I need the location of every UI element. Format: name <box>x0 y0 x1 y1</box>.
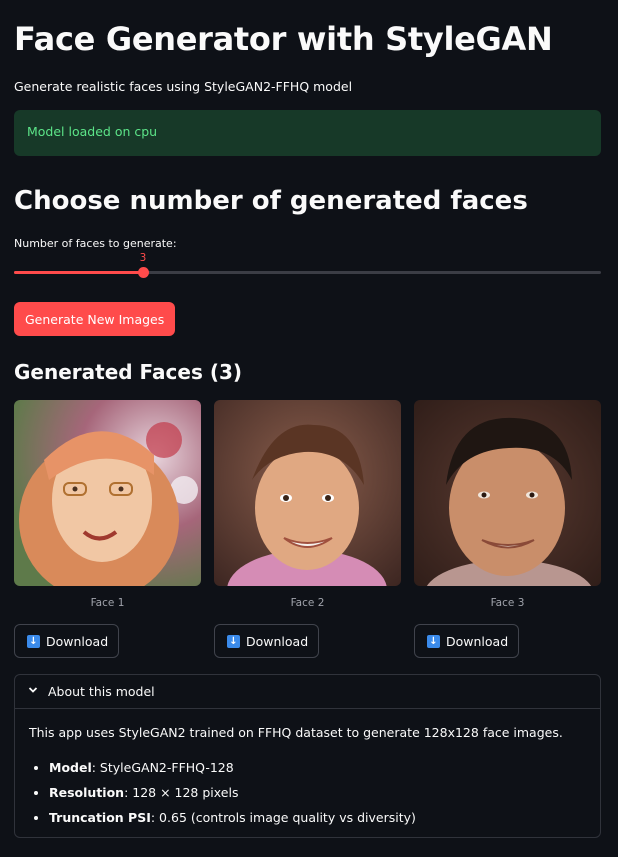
face-card-3: Face 3 ↓ Download <box>414 400 601 658</box>
slider-fill <box>14 271 143 274</box>
face-caption-2: Face 2 <box>290 597 325 609</box>
expander-body: This app uses StyleGAN2 trained on FFHQ … <box>15 709 600 851</box>
list-item: Model: StyleGAN2-FFHQ-128 <box>49 760 586 775</box>
download-label: Download <box>246 633 309 649</box>
download-label: Download <box>446 633 509 649</box>
face-image-3 <box>414 400 601 586</box>
page-title: Face Generator with StyleGAN <box>14 20 553 58</box>
chevron-down-icon <box>28 685 38 698</box>
download-arrow-icon: ↓ <box>427 634 440 648</box>
item-value: : 128 × 128 pixels <box>124 785 239 800</box>
about-description: This app uses StyleGAN2 trained on FFHQ … <box>29 725 563 740</box>
item-label: Model <box>49 760 92 775</box>
face-card-1: Face 1 ↓ Download <box>14 400 201 658</box>
list-item: Truncation PSI: 0.65 (controls image qua… <box>49 810 586 825</box>
download-arrow-icon: ↓ <box>227 634 240 648</box>
face-caption-1: Face 1 <box>90 597 125 609</box>
expander-header[interactable]: About this model <box>15 675 600 709</box>
face-image-2 <box>214 400 401 586</box>
status-message: Model loaded on cpu <box>27 124 158 139</box>
face-card-2: Face 2 ↓ Download <box>214 400 401 658</box>
faces-count-slider[interactable]: 3 <box>14 252 601 282</box>
item-label: Truncation PSI <box>49 810 151 825</box>
item-label: Resolution <box>49 785 125 800</box>
list-item: Resolution: 128 × 128 pixels <box>49 785 586 800</box>
results-title: Generated Faces (3) <box>14 360 243 384</box>
generate-button[interactable]: Generate New Images <box>14 302 176 336</box>
about-expander: About this model This app uses StyleGAN2… <box>14 674 601 838</box>
item-value: : StyleGAN2-FFHQ-128 <box>91 760 234 775</box>
slider-value: 3 <box>139 252 147 264</box>
slider-label: Number of faces to generate: <box>14 237 177 250</box>
download-label: Download <box>46 633 109 649</box>
face-caption-3: Face 3 <box>490 597 525 609</box>
page-subtitle: Generate realistic faces using StyleGAN2… <box>14 79 353 94</box>
about-list: Model: StyleGAN2-FFHQ-128 Resolution: 12… <box>29 760 586 825</box>
status-alert: Model loaded on cpu <box>14 110 601 156</box>
slider-thumb[interactable] <box>138 267 149 278</box>
download-arrow-icon: ↓ <box>27 634 40 648</box>
download-button-1[interactable]: ↓ Download <box>14 624 120 658</box>
download-button-3[interactable]: ↓ Download <box>414 624 520 658</box>
expander-title: About this model <box>48 684 155 699</box>
section-title: Choose number of generated faces <box>14 186 528 216</box>
download-button-2[interactable]: ↓ Download <box>214 624 320 658</box>
face-image-1 <box>14 400 201 586</box>
item-value: : 0.65 (controls image quality vs divers… <box>150 810 416 825</box>
